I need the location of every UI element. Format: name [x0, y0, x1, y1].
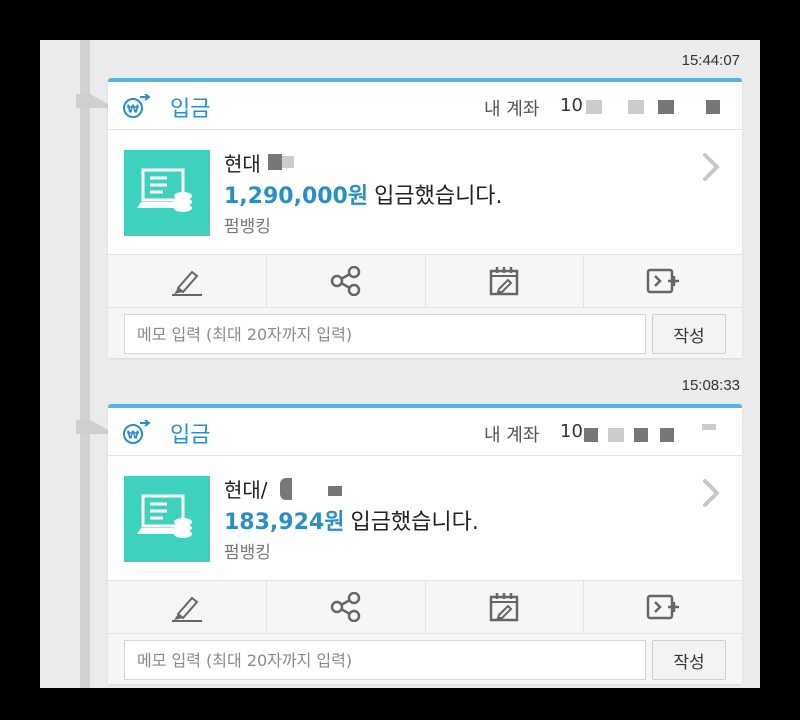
deposit-amount: 1,290,000원	[224, 184, 369, 209]
redaction-mask	[628, 100, 644, 114]
transfer-button[interactable]	[584, 581, 742, 633]
timeline-pointer	[76, 94, 108, 108]
action-bar	[108, 254, 742, 308]
redaction-mask	[328, 486, 342, 496]
account-label: 내 계좌	[484, 425, 540, 446]
bank-name: 현대	[224, 152, 261, 176]
redaction-mask	[660, 428, 674, 442]
memo-row: 작성	[108, 634, 742, 684]
share-icon	[330, 266, 360, 296]
action-bar	[108, 580, 742, 634]
won-deposit-icon: ₩	[123, 94, 151, 118]
account-label: 내 계좌	[484, 99, 540, 120]
redaction-mask	[608, 428, 624, 442]
redaction-mask	[658, 100, 674, 114]
amount-line: 183,924원 입금했습니다.	[224, 504, 479, 536]
redaction-mask	[586, 100, 602, 114]
bank-book-icon	[137, 168, 192, 212]
share-button[interactable]	[267, 581, 426, 633]
calendar-icon	[490, 593, 519, 622]
deposit-message: 입금했습니다.	[350, 510, 479, 535]
share-icon	[330, 592, 360, 622]
card-header: ₩ 입금 내 계좌 10	[108, 408, 742, 456]
highlight-button[interactable]	[108, 255, 267, 307]
highlight-button[interactable]	[108, 581, 267, 633]
redaction-mask	[634, 428, 648, 442]
svg-text:₩: ₩	[127, 429, 139, 442]
bank-name: 현대/	[224, 478, 268, 502]
svg-text:₩: ₩	[127, 103, 139, 116]
transaction-source: 펌뱅킹	[224, 543, 271, 563]
account-number: 10	[560, 421, 583, 442]
deposit-amount: 183,924원	[224, 510, 345, 535]
timestamp: 15:44:07	[681, 52, 740, 69]
highlighter-icon	[171, 270, 202, 296]
share-button[interactable]	[267, 255, 426, 307]
card-body[interactable]: 현대 1,290,000원 입금했습니다. 펌뱅킹	[108, 130, 742, 254]
transaction-source: 펌뱅킹	[224, 217, 271, 237]
deposit-notification-card: ₩ 입금 내 계좌 10	[108, 404, 742, 684]
highlighter-icon	[171, 596, 202, 622]
write-memo-button[interactable]: 작성	[652, 314, 726, 354]
chevron-right-icon[interactable]	[702, 478, 720, 508]
redaction-mask	[706, 100, 720, 114]
notification-timeline: 15:44:07 ₩ 입금 내 계좌 10 현대 1,290,000원 입금했습…	[40, 40, 760, 688]
deposit-message: 입금했습니다.	[374, 184, 503, 209]
write-memo-button[interactable]: 작성	[652, 640, 726, 680]
deposit-title: 입금	[170, 423, 211, 448]
chevron-right-icon[interactable]	[702, 152, 720, 182]
redaction-mask	[702, 424, 716, 430]
deposit-title: 입금	[170, 97, 211, 122]
timeline-line	[80, 40, 90, 688]
timeline-pointer	[76, 420, 108, 434]
transfer-button[interactable]	[584, 255, 742, 307]
bank-tile	[124, 476, 210, 562]
bank-book-icon	[137, 494, 192, 538]
calendar-icon	[490, 267, 519, 296]
memo-row: 작성	[108, 308, 742, 358]
card-header: ₩ 입금 내 계좌 10	[108, 82, 742, 130]
memo-input[interactable]	[124, 640, 646, 680]
deposit-notification-card: ₩ 입금 내 계좌 10	[108, 78, 742, 358]
redaction-mask	[584, 428, 598, 442]
calendar-button[interactable]	[426, 581, 585, 633]
account-number: 10	[560, 95, 583, 116]
amount-line: 1,290,000원 입금했습니다.	[224, 178, 503, 210]
bank-tile	[124, 150, 210, 236]
transfer-icon	[646, 268, 680, 294]
transfer-icon	[646, 594, 680, 620]
calendar-button[interactable]	[426, 255, 585, 307]
redaction-mask	[282, 156, 294, 168]
memo-input[interactable]	[124, 314, 646, 354]
card-body[interactable]: 현대/ 183,924원 입금했습니다. 펌뱅킹	[108, 456, 742, 580]
redaction-mask	[268, 154, 282, 170]
won-deposit-icon: ₩	[123, 420, 151, 444]
timestamp: 15:08:33	[681, 377, 740, 394]
redaction-mask	[280, 478, 292, 500]
